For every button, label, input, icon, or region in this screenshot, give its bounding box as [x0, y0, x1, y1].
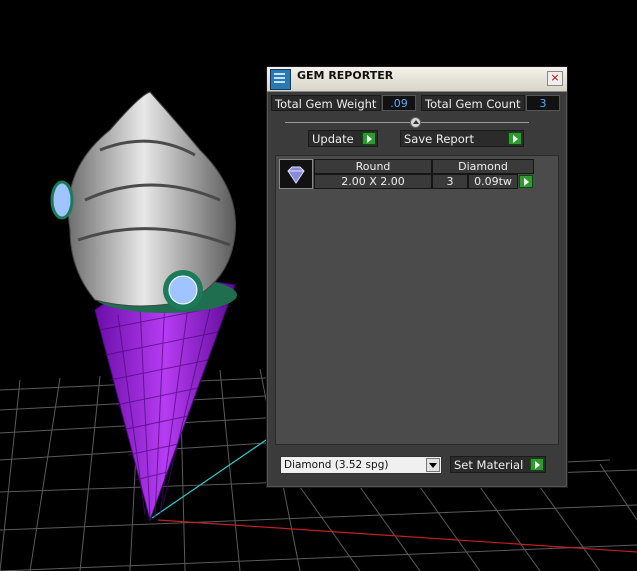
dropdown-arrow-icon[interactable] — [426, 458, 440, 472]
go-arrow-icon — [362, 132, 376, 145]
material-select-value: Diamond (3.52 spg) — [284, 459, 389, 471]
app-icon — [270, 69, 291, 90]
save-report-button[interactable]: Save Report — [400, 130, 524, 147]
update-button-label: Update — [312, 132, 354, 146]
gem-list[interactable]: Round Diamond 2.00 X 2.00 3 0.09tw — [275, 155, 559, 445]
go-arrow-icon — [530, 458, 544, 471]
gem-material: Diamond — [432, 159, 534, 174]
panel-splitter-line — [285, 122, 529, 123]
axis-line-red — [157, 519, 637, 553]
go-arrow-icon — [508, 132, 522, 145]
update-button[interactable]: Update — [308, 130, 378, 147]
material-select[interactable]: Diamond (3.52 spg) — [280, 456, 442, 474]
gem-shape: Round — [314, 159, 432, 174]
gem-row-go-icon[interactable] — [519, 175, 533, 188]
total-gem-count-value: 3 — [526, 95, 560, 111]
gem-size: 2.00 X 2.00 — [314, 174, 432, 189]
gem-icon[interactable] — [279, 159, 313, 189]
gem-count: 3 — [432, 174, 468, 189]
close-icon[interactable]: × — [547, 71, 563, 86]
total-gem-weight-value: .09 — [382, 95, 416, 111]
gem-weight: 0.09tw — [468, 174, 518, 189]
set-material-button-label: Set Material — [454, 458, 524, 472]
total-gem-weight-label: Total Gem Weight — [271, 95, 381, 111]
ice-cream-model[interactable] — [50, 91, 237, 522]
gem-reporter-panel: GEM REPORTER × Total Gem Weight .09 Tota… — [266, 66, 568, 488]
collapse-toggle-icon[interactable] — [410, 117, 421, 128]
save-report-button-label: Save Report — [404, 132, 475, 146]
total-gem-count-label: Total Gem Count — [421, 95, 525, 111]
title-bar[interactable]: GEM REPORTER × — [267, 67, 567, 92]
window-title: GEM REPORTER — [297, 69, 394, 82]
set-material-button[interactable]: Set Material — [450, 456, 546, 473]
